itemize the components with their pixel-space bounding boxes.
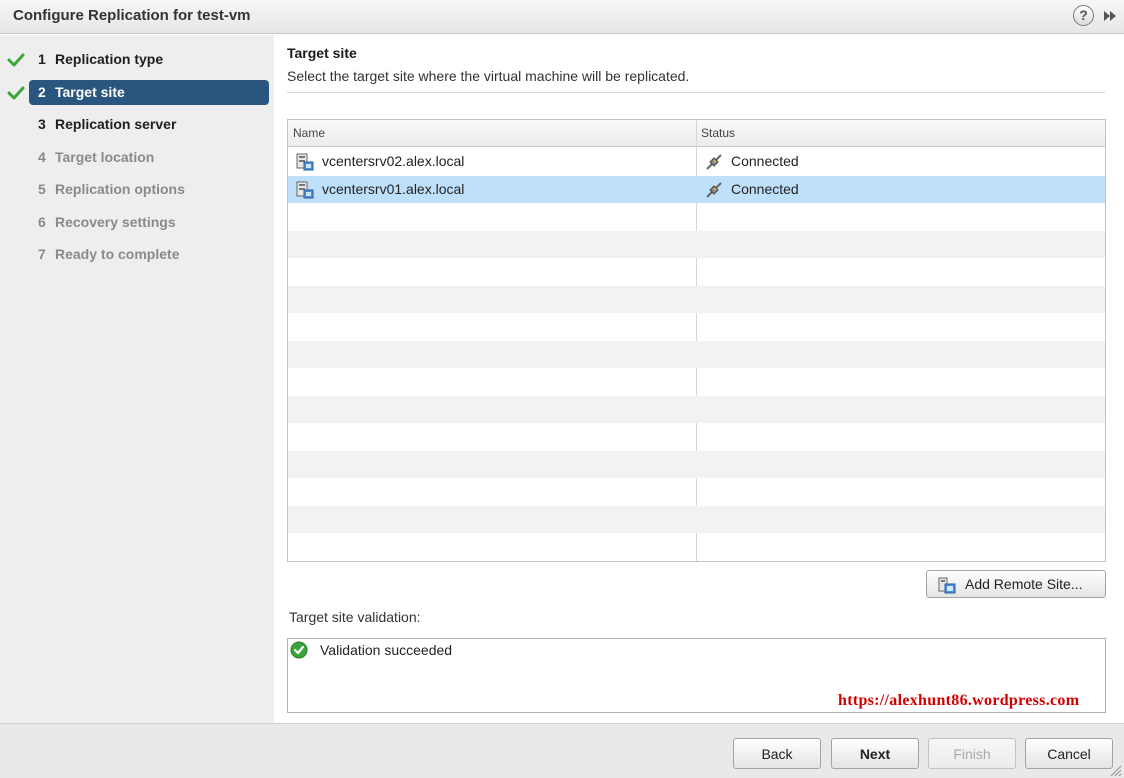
next-button[interactable]: Next xyxy=(831,738,919,769)
empty-row xyxy=(288,340,1105,368)
validation-message: Validation succeeded xyxy=(320,642,453,658)
step-replication-type[interactable]: 1 Replication type xyxy=(0,47,274,73)
empty-row xyxy=(288,313,1105,341)
empty-row xyxy=(288,230,1105,258)
empty-row xyxy=(288,478,1105,506)
main-panel: Target site Select the target site where… xyxy=(274,35,1124,723)
empty-row xyxy=(288,450,1105,478)
step-target-location: 4 Target location xyxy=(0,145,274,171)
cancel-button[interactable]: Cancel xyxy=(1025,738,1113,769)
target-site-grid[interactable]: Name Status vcentersrv02.alex.local Conn… xyxy=(287,119,1106,562)
step-replication-options: 5 Replication options xyxy=(0,177,274,203)
site-status: Connected xyxy=(731,180,799,197)
empty-row xyxy=(288,258,1105,286)
success-check-icon xyxy=(290,641,308,659)
step-number: 7 xyxy=(38,246,46,262)
step-label: Replication type xyxy=(55,51,164,67)
step-number: 3 xyxy=(38,116,46,132)
table-row-selected[interactable]: vcentersrv01.alex.local Connected xyxy=(288,175,1105,203)
divider xyxy=(287,92,1105,93)
title-bar: Configure Replication for test-vm ? xyxy=(0,0,1124,34)
wizard-footer: Back Next Finish Cancel xyxy=(0,723,1124,778)
connected-plug-icon xyxy=(706,154,722,170)
step-number: 4 xyxy=(38,149,46,165)
empty-row xyxy=(288,423,1105,451)
check-icon xyxy=(7,53,25,67)
empty-row xyxy=(288,285,1105,313)
window-title: Configure Replication for test-vm xyxy=(13,7,251,24)
step-ready-to-complete: 7 Ready to complete xyxy=(0,242,274,268)
empty-row xyxy=(288,505,1105,533)
page-title: Target site xyxy=(287,45,357,61)
vcenter-server-icon xyxy=(296,181,314,198)
back-button[interactable]: Back xyxy=(733,738,821,769)
finish-button: Finish xyxy=(928,738,1016,769)
validation-label: Target site validation: xyxy=(289,609,421,625)
validation-box: Validation succeeded https://alexhunt86.… xyxy=(287,638,1106,713)
step-number: 2 xyxy=(38,84,46,100)
page-description: Select the target site where the virtual… xyxy=(287,68,690,84)
watermark-url: https://alexhunt86.wordpress.com xyxy=(838,692,1080,709)
step-label: Target location xyxy=(55,149,155,165)
empty-row xyxy=(288,533,1105,561)
step-label: Recovery settings xyxy=(55,214,176,230)
step-label: Target site xyxy=(55,84,125,100)
table-row[interactable]: vcentersrv02.alex.local Connected xyxy=(288,148,1105,176)
column-header-status[interactable]: Status xyxy=(701,126,735,140)
empty-row xyxy=(288,395,1105,423)
column-header-name[interactable]: Name xyxy=(293,126,325,140)
empty-row xyxy=(288,368,1105,396)
step-number: 6 xyxy=(38,214,46,230)
remote-site-icon xyxy=(938,577,956,594)
step-label: Replication server xyxy=(55,116,177,132)
step-replication-server[interactable]: 3 Replication server xyxy=(0,112,274,138)
step-recovery-settings: 6 Recovery settings xyxy=(0,210,274,236)
step-label: Ready to complete xyxy=(55,246,180,262)
help-icon[interactable]: ? xyxy=(1073,5,1094,26)
grid-rows: vcentersrv02.alex.local Connected vcente… xyxy=(288,148,1105,561)
step-number: 5 xyxy=(38,181,46,197)
step-label: Replication options xyxy=(55,181,185,197)
step-target-site[interactable]: 2 Target site xyxy=(0,80,274,106)
double-chevron-right-icon[interactable] xyxy=(1102,8,1118,24)
vcenter-server-icon xyxy=(296,153,314,171)
step-number: 1 xyxy=(38,51,46,67)
site-status: Connected xyxy=(731,153,799,169)
empty-row xyxy=(288,203,1105,231)
site-name: vcentersrv02.alex.local xyxy=(322,153,465,169)
site-name: vcentersrv01.alex.local xyxy=(322,180,465,197)
add-remote-site-button[interactable]: Add Remote Site... xyxy=(926,570,1106,598)
check-icon xyxy=(7,86,25,100)
wizard-steps-sidebar: 1 Replication type 2 Target site 3 Repli… xyxy=(0,35,274,723)
connected-plug-icon xyxy=(706,181,722,198)
resize-grip-icon[interactable] xyxy=(1108,763,1122,777)
add-remote-site-label: Add Remote Site... xyxy=(965,576,1083,592)
